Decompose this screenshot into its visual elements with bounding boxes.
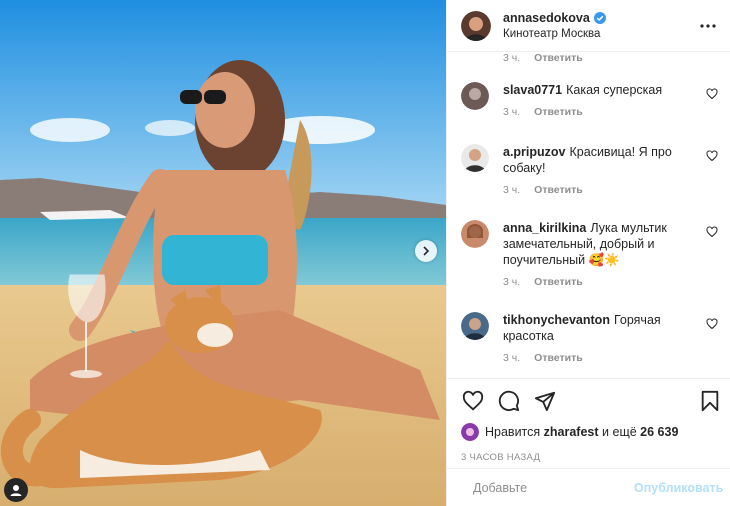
comment-bubble-icon: [498, 390, 520, 412]
comment-time: 3 ч.: [503, 184, 521, 196]
reply-button[interactable]: Ответить: [534, 352, 583, 364]
heart-icon[interactable]: [706, 226, 718, 238]
author-avatar[interactable]: [461, 10, 491, 41]
reply-button[interactable]: Ответить: [534, 184, 583, 196]
author-username[interactable]: annasedokova: [503, 10, 590, 26]
photo-scene: [0, 0, 446, 506]
publish-button[interactable]: Опубликовать: [634, 481, 723, 495]
like-button[interactable]: [461, 389, 485, 413]
comment-text: Какая суперская: [566, 83, 663, 97]
comment-button[interactable]: [497, 389, 521, 413]
reply-button[interactable]: Ответить: [534, 52, 583, 64]
post-header: annasedokova Кинотеатр Москва: [447, 0, 730, 52]
post-actions: Нравится zharafest и ещё 26 639 3 ЧАСОВ …: [447, 378, 730, 506]
next-photo-button[interactable]: [415, 240, 437, 262]
reply-button[interactable]: Ответить: [534, 106, 583, 118]
verified-badge-icon: [593, 11, 606, 24]
post-side-panel: annasedokova Кинотеатр Москва 3 ч. Ответ…: [446, 0, 730, 506]
user-tag-icon: [10, 485, 22, 496]
post-photo[interactable]: [0, 0, 446, 506]
user-tag-button[interactable]: [4, 478, 28, 502]
comment-avatar[interactable]: [461, 220, 489, 248]
comment-avatar[interactable]: [461, 82, 489, 110]
reply-button[interactable]: Ответить: [534, 276, 583, 288]
comment-avatar[interactable]: [461, 144, 489, 172]
comment-input[interactable]: [473, 480, 634, 495]
likes-count[interactable]: 26 639: [640, 425, 678, 439]
heart-icon[interactable]: [706, 88, 718, 100]
post-time[interactable]: 3 ЧАСОВ НАЗАД: [461, 452, 540, 463]
save-button[interactable]: [698, 389, 722, 413]
comment-item: anna_kirilkina Лука мультик замечательный…: [461, 220, 720, 288]
comment-time: 3 ч.: [503, 106, 521, 118]
post-location[interactable]: Кинотеатр Москва: [503, 26, 698, 42]
comment-time: 3 ч.: [503, 276, 521, 288]
comment-item: slava0771 Какая суперская 3 ч. Ответить: [461, 82, 720, 118]
share-button[interactable]: [533, 389, 557, 413]
comment-item: tikhonychevanton Горячая красотка 3 ч. Отв…: [461, 312, 720, 364]
previous-comment-meta: 3 ч. Ответить: [503, 52, 583, 64]
post-modal: annasedokova Кинотеатр Москва 3 ч. Ответ…: [0, 0, 730, 506]
comment-avatar[interactable]: [461, 312, 489, 340]
more-dots-icon: [700, 23, 716, 28]
add-comment-bar: Опубликовать: [447, 468, 730, 506]
bookmark-icon: [701, 390, 719, 412]
heart-icon[interactable]: [706, 318, 718, 330]
comment-username[interactable]: tikhonychevanton: [503, 313, 610, 327]
comment-time: 3 ч.: [503, 352, 521, 364]
more-options-button[interactable]: [698, 16, 718, 36]
liker-username[interactable]: zharafest: [544, 425, 599, 439]
heart-icon: [462, 390, 484, 411]
comments-list[interactable]: 3 ч. Ответить slava0771 Какая суперская 3…: [447, 52, 730, 378]
comment-username[interactable]: anna_kirilkina: [503, 221, 586, 235]
comment-username[interactable]: a.pripuzov: [503, 145, 566, 159]
chevron-right-icon: [423, 246, 430, 256]
comment-item: a.pripuzov Красивица! Я про собаку! 3 ч. О…: [461, 144, 720, 196]
heart-icon[interactable]: [706, 150, 718, 162]
comment-username[interactable]: slava0771: [503, 83, 562, 97]
paper-plane-icon: [534, 391, 556, 412]
likes-summary: Нравится zharafest и ещё 26 639: [461, 423, 678, 441]
liker-avatar[interactable]: [461, 423, 479, 441]
